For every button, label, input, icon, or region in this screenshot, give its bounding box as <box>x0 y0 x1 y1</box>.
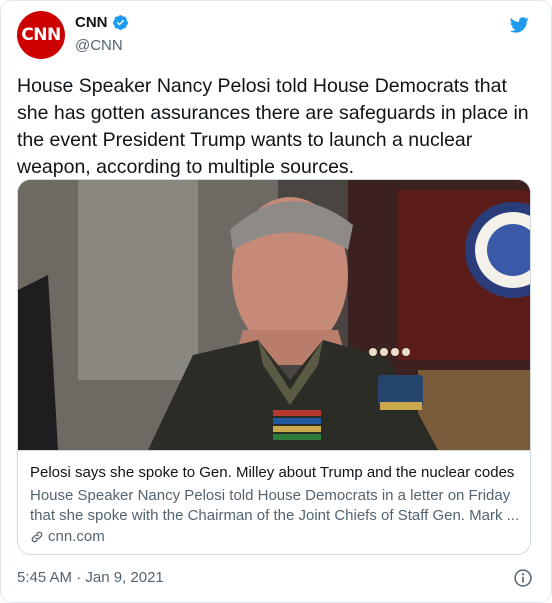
link-card[interactable]: Pelosi says she spoke to Gen. Milley abo… <box>17 179 531 555</box>
link-icon <box>31 531 43 542</box>
tweet-embed: CNN CNN @CNN House Speaker Nancy Pelosi … <box>0 0 552 603</box>
card-domain[interactable]: cnn.com <box>30 528 520 545</box>
display-name[interactable]: CNN <box>75 14 108 31</box>
timestamp[interactable]: 5:45 AM · Jan 9, 2021 <box>17 569 164 586</box>
avatar[interactable]: CNN <box>17 11 65 59</box>
handle[interactable]: @CNN <box>75 37 123 54</box>
tweet-text: House Speaker Nancy Pelosi told House De… <box>17 75 529 178</box>
cnn-logo: CNN <box>21 25 61 45</box>
twitter-bird-icon[interactable] <box>507 15 531 35</box>
card-title[interactable]: Pelosi says she spoke to Gen. Milley abo… <box>30 463 520 483</box>
card-domain-text[interactable]: cnn.com <box>48 528 105 545</box>
card-info[interactable]: Pelosi says she spoke to Gen. Milley abo… <box>18 450 530 554</box>
author-name-row[interactable]: CNN <box>75 14 129 31</box>
card-image[interactable] <box>18 180 531 450</box>
card-description: House Speaker Nancy Pelosi told House De… <box>30 486 520 526</box>
card-description-line-2: that she spoke with the Chairman of the … <box>30 507 520 524</box>
info-icon[interactable] <box>513 568 533 588</box>
verified-badge-icon <box>112 15 128 30</box>
card-description-line-1: House Speaker Nancy Pelosi told House De… <box>30 487 511 504</box>
